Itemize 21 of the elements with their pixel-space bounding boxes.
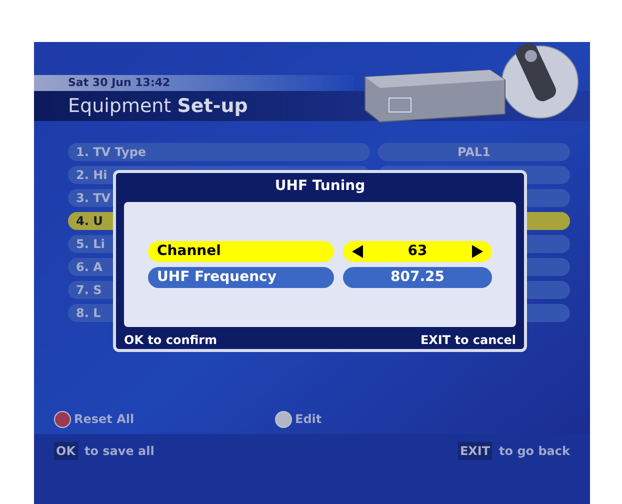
confirm-hint: OK to confirm xyxy=(124,332,218,349)
field-value[interactable]: 63 xyxy=(343,241,492,262)
key-label: OK xyxy=(54,442,78,460)
page-title: Equipment Set-up xyxy=(68,94,248,119)
right-arrow-icon[interactable] xyxy=(472,245,483,258)
color-key-label: Reset All xyxy=(74,411,134,428)
cancel-hint: EXIT to cancel xyxy=(420,332,516,349)
key-hint: to save all xyxy=(84,443,154,460)
field-label[interactable]: Channel xyxy=(148,241,334,262)
value-text: 807.25 xyxy=(390,268,445,287)
date-time: Sat 30 Jun 13:42 xyxy=(68,74,170,91)
field-label[interactable]: UHF Frequency xyxy=(148,267,334,288)
menu-value: PAL1 xyxy=(378,143,570,161)
value-text: 63 xyxy=(408,242,428,261)
key-label: EXIT xyxy=(458,442,492,460)
field-value[interactable]: 807.25 xyxy=(343,267,492,288)
key-hint: to go back xyxy=(499,443,570,460)
color-key-label: Edit xyxy=(295,411,322,428)
left-arrow-icon[interactable] xyxy=(352,245,363,258)
menu-item[interactable]: 1. TV Type xyxy=(68,143,370,161)
dialog-title: UHF Tuning xyxy=(274,177,366,196)
